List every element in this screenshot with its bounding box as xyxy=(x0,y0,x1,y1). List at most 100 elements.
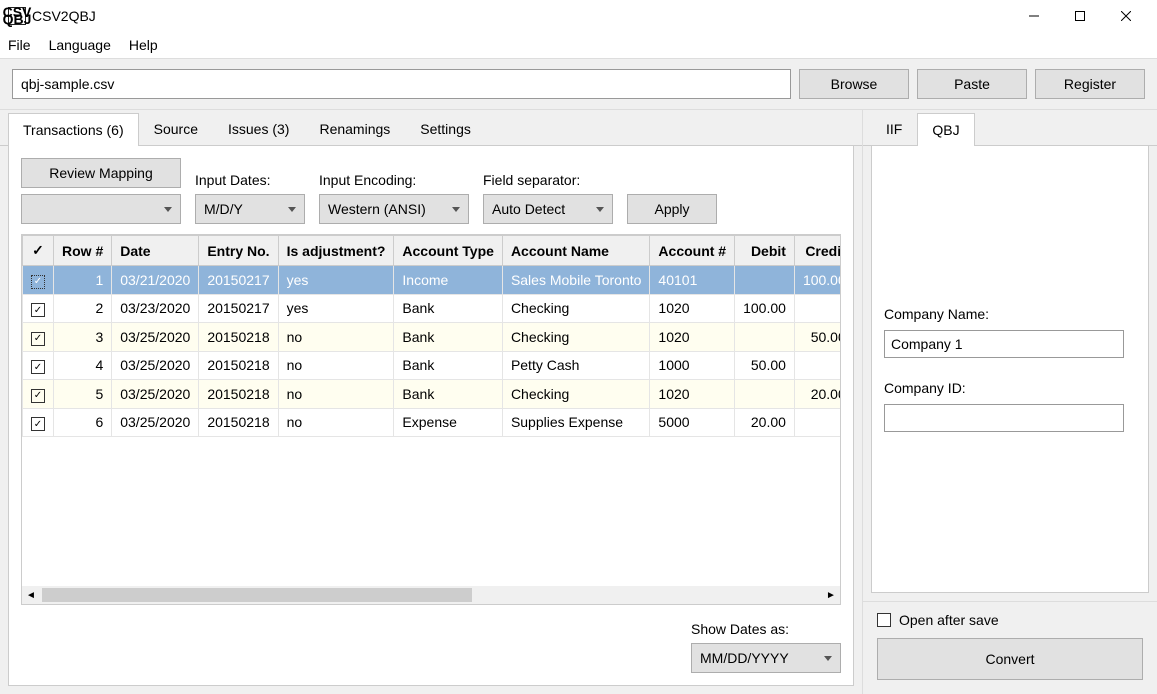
company-id-label: Company ID: xyxy=(884,380,1136,396)
company-id-input[interactable] xyxy=(884,404,1124,432)
col-check[interactable]: ✓ xyxy=(23,236,54,266)
row-checkbox[interactable]: ✓ xyxy=(31,275,45,289)
paste-button[interactable]: Paste xyxy=(917,69,1027,99)
scroll-right-icon[interactable]: ► xyxy=(822,590,840,601)
row-checkbox[interactable]: ✓ xyxy=(31,389,45,403)
cell-row: 5 xyxy=(54,380,112,409)
cell-account-name: Checking xyxy=(502,323,649,352)
mapping-dropdown[interactable] xyxy=(21,194,181,224)
cell-debit: 100.00 xyxy=(735,294,795,323)
open-after-save-checkbox[interactable] xyxy=(877,613,891,627)
col-date[interactable]: Date xyxy=(112,236,199,266)
col-credit[interactable]: Credit xyxy=(794,236,840,266)
cell-account-type: Bank xyxy=(394,294,503,323)
table-row[interactable]: ✓303/25/202020150218noBankChecking102050… xyxy=(23,323,841,352)
cell-adjustment: no xyxy=(278,408,394,437)
convert-button[interactable]: Convert xyxy=(877,638,1143,680)
cell-account-type: Expense xyxy=(394,408,503,437)
col-adjustment[interactable]: Is adjustment? xyxy=(278,236,394,266)
cell-account-number: 1000 xyxy=(650,351,735,380)
right-tabs: IIF QBJ xyxy=(863,110,1157,146)
cell-account-type: Bank xyxy=(394,323,503,352)
cell-row: 3 xyxy=(54,323,112,352)
tab-issues[interactable]: Issues (3) xyxy=(213,112,304,145)
left-pane: Transactions (6) Source Issues (3) Renam… xyxy=(0,110,862,694)
cell-account-number: 40101 xyxy=(650,266,735,295)
apply-button[interactable]: Apply xyxy=(627,194,717,224)
menu-help[interactable]: Help xyxy=(129,37,158,53)
table-row[interactable]: ✓403/25/202020150218noBankPetty Cash1000… xyxy=(23,351,841,380)
browse-button[interactable]: Browse xyxy=(799,69,909,99)
col-account-name[interactable]: Account Name xyxy=(502,236,649,266)
cell-account-type: Bank xyxy=(394,351,503,380)
table-row[interactable]: ✓503/25/202020150218noBankChecking102020… xyxy=(23,380,841,409)
cell-entry: 20150218 xyxy=(199,351,278,380)
cell-account-name: Supplies Expense xyxy=(502,408,649,437)
tab-source[interactable]: Source xyxy=(139,112,213,145)
col-entry[interactable]: Entry No. xyxy=(199,236,278,266)
cell-debit: 50.00 xyxy=(735,351,795,380)
col-row[interactable]: Row # xyxy=(54,236,112,266)
cell-row: 4 xyxy=(54,351,112,380)
scrollbar-thumb[interactable] xyxy=(42,588,472,602)
chevron-down-icon xyxy=(452,207,460,212)
row-checkbox[interactable]: ✓ xyxy=(31,303,45,317)
horizontal-scrollbar[interactable]: ◄ ► xyxy=(22,586,840,604)
show-dates-select[interactable]: MM/DD/YYYY xyxy=(691,643,841,673)
cell-account-name: Checking xyxy=(502,380,649,409)
menu-language[interactable]: Language xyxy=(49,37,111,53)
tab-renamings[interactable]: Renamings xyxy=(304,112,405,145)
cell-adjustment: no xyxy=(278,380,394,409)
cell-debit: 20.00 xyxy=(735,408,795,437)
cell-credit xyxy=(794,294,840,323)
row-checkbox[interactable]: ✓ xyxy=(31,360,45,374)
tab-iif[interactable]: IIF xyxy=(871,112,917,145)
field-separator-select[interactable]: Auto Detect xyxy=(483,194,613,224)
table-row[interactable]: ✓603/25/202020150218noExpenseSupplies Ex… xyxy=(23,408,841,437)
company-name-input[interactable] xyxy=(884,330,1124,358)
review-mapping-button[interactable]: Review Mapping xyxy=(21,158,181,188)
cell-account-type: Bank xyxy=(394,380,503,409)
col-debit[interactable]: Debit xyxy=(735,236,795,266)
col-account-type[interactable]: Account Type xyxy=(394,236,503,266)
scroll-left-icon[interactable]: ◄ xyxy=(22,590,40,601)
cell-row: 2 xyxy=(54,294,112,323)
menu-file[interactable]: File xyxy=(8,37,31,53)
cell-date: 03/25/2020 xyxy=(112,351,199,380)
cell-date: 03/21/2020 xyxy=(112,266,199,295)
col-account-number[interactable]: Account # xyxy=(650,236,735,266)
cell-adjustment: yes xyxy=(278,294,394,323)
left-tabs: Transactions (6) Source Issues (3) Renam… xyxy=(0,110,862,146)
chevron-down-icon xyxy=(164,207,172,212)
cell-debit xyxy=(735,380,795,409)
cell-credit: 50.00 xyxy=(794,323,840,352)
cell-adjustment: no xyxy=(278,323,394,352)
cell-date: 03/25/2020 xyxy=(112,323,199,352)
cell-credit xyxy=(794,351,840,380)
minimize-button[interactable] xyxy=(1011,1,1057,31)
cell-account-type: Income xyxy=(394,266,503,295)
cell-entry: 20150218 xyxy=(199,380,278,409)
tab-transactions[interactable]: Transactions (6) xyxy=(8,113,139,146)
input-dates-select[interactable]: M/D/Y xyxy=(195,194,305,224)
cell-row: 1 xyxy=(54,266,112,295)
cell-row: 6 xyxy=(54,408,112,437)
file-path-input[interactable] xyxy=(12,69,791,99)
company-name-label: Company Name: xyxy=(884,306,1136,322)
cell-account-number: 5000 xyxy=(650,408,735,437)
maximize-button[interactable] xyxy=(1057,1,1103,31)
tab-settings[interactable]: Settings xyxy=(405,112,486,145)
table-row[interactable]: ✓103/21/202020150217yesIncomeSales Mobil… xyxy=(23,266,841,295)
input-encoding-select[interactable]: Western (ANSI) xyxy=(319,194,469,224)
chevron-down-icon xyxy=(596,207,604,212)
tab-qbj[interactable]: QBJ xyxy=(917,113,974,146)
register-button[interactable]: Register xyxy=(1035,69,1145,99)
cell-debit xyxy=(735,323,795,352)
close-button[interactable] xyxy=(1103,1,1149,31)
show-dates-label: Show Dates as: xyxy=(691,621,789,637)
row-checkbox[interactable]: ✓ xyxy=(31,332,45,346)
row-checkbox[interactable]: ✓ xyxy=(31,417,45,431)
table-row[interactable]: ✓203/23/202020150217yesBankChecking10201… xyxy=(23,294,841,323)
cell-date: 03/23/2020 xyxy=(112,294,199,323)
window-title: CSV2QBJ xyxy=(32,8,1011,24)
